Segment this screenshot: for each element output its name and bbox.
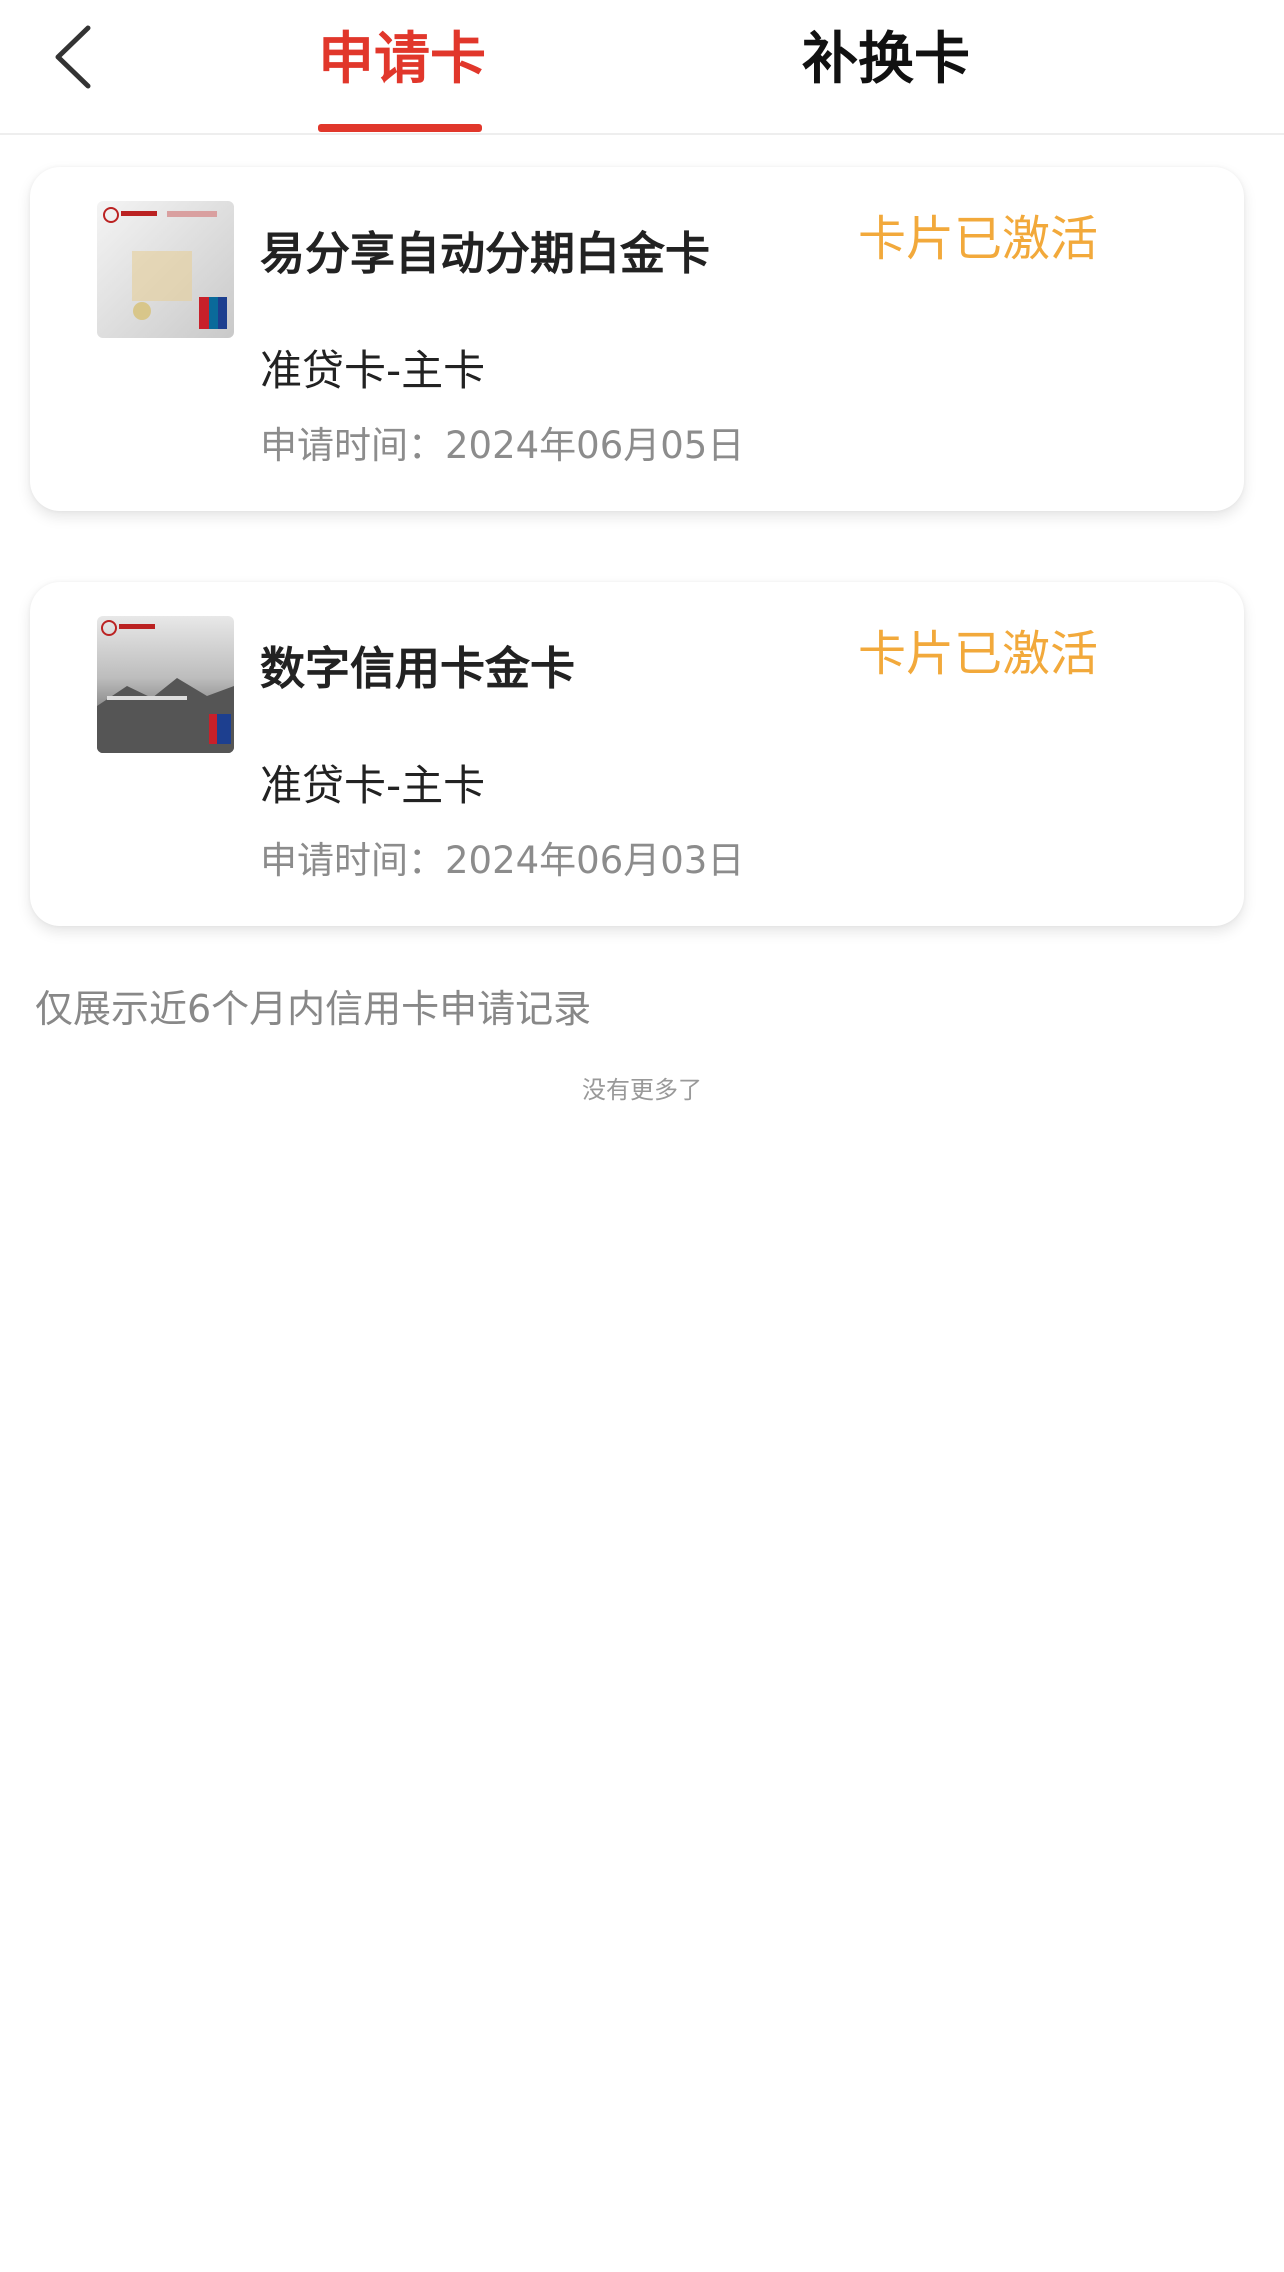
top-nav-bar: 申请卡 补换卡 — [0, 0, 1284, 135]
card-status: 卡片已激活 — [858, 211, 1099, 267]
card-type: 准贷卡-主卡 — [260, 761, 486, 810]
apply-date: 申请时间：2024年06月05日 — [260, 424, 745, 467]
no-more-indicator: 没有更多了 — [582, 1076, 702, 1104]
card-name: 数字信用卡金卡 — [260, 642, 576, 695]
card-status: 卡片已激活 — [858, 626, 1099, 682]
card-thumbnail — [97, 201, 234, 338]
card-item[interactable]: 易分享自动分期白金卡 卡片已激活 准贷卡-主卡 申请时间：2024年06月05日 — [30, 167, 1244, 511]
tab-replace-card[interactable]: 补换卡 — [802, 14, 970, 114]
apply-date: 申请时间：2024年06月03日 — [260, 839, 745, 882]
card-thumbnail — [97, 616, 234, 753]
records-note: 仅展示近6个月内信用卡申请记录 — [35, 987, 592, 1031]
tab-apply-card[interactable]: 申请卡 — [318, 14, 486, 114]
card-item[interactable]: 数字信用卡金卡 卡片已激活 准贷卡-主卡 申请时间：2024年06月03日 — [30, 582, 1244, 926]
card-type: 准贷卡-主卡 — [260, 346, 486, 395]
active-tab-indicator — [318, 124, 482, 132]
card-name: 易分享自动分期白金卡 — [260, 227, 711, 280]
back-arrow-icon[interactable] — [48, 22, 108, 92]
